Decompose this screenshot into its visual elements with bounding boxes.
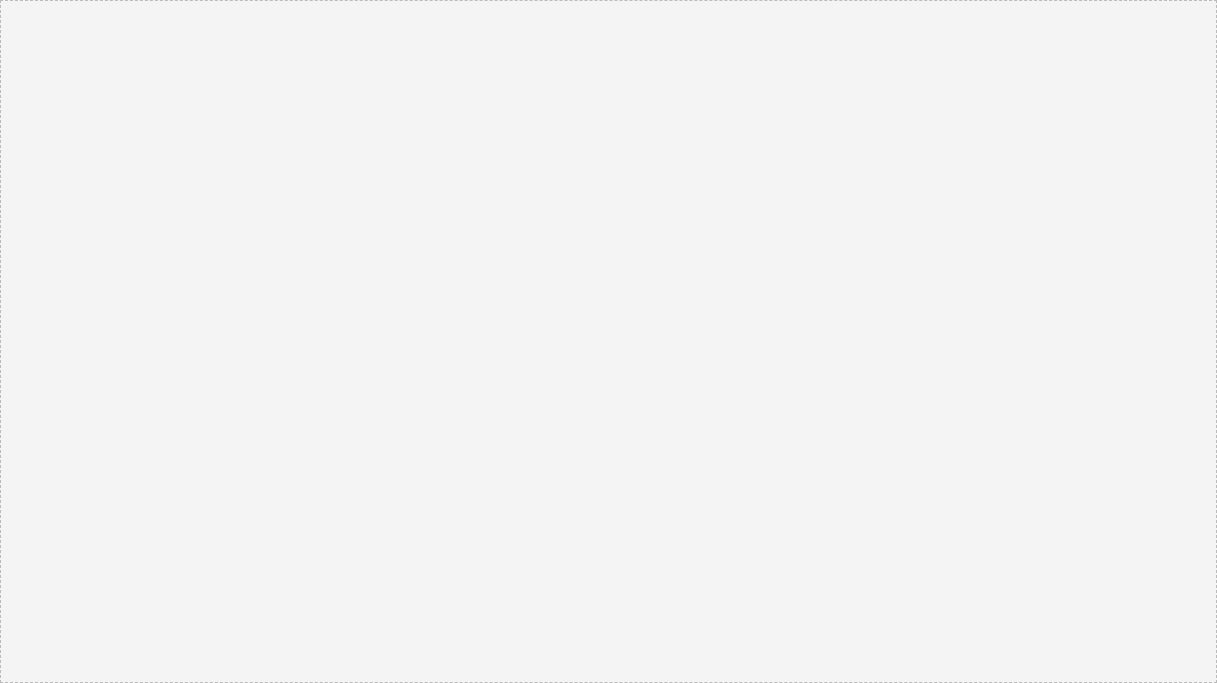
image-placeholder <box>0 0 1217 683</box>
